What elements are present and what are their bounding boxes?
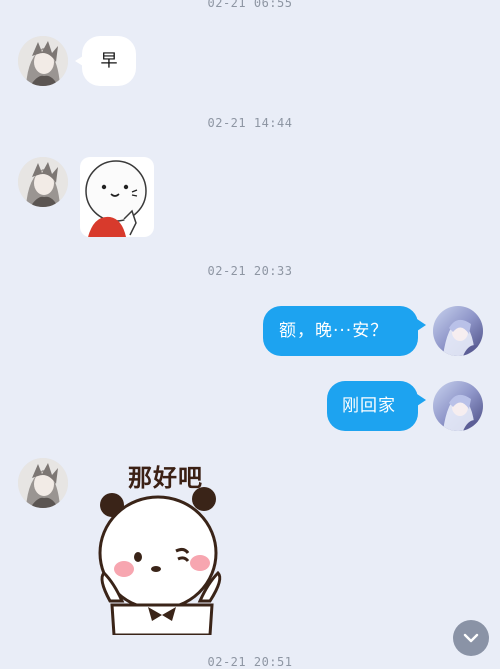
contact-avatar-icon[interactable] [18,458,68,508]
timestamp: 02-21 20:51 [207,655,293,669]
timestamp: 02-21 06:55 [207,0,293,10]
bubble-tail [417,319,426,331]
sticker-image[interactable] [80,157,154,237]
self-avatar-icon[interactable] [433,381,483,431]
message-bubble[interactable]: 额，晚···安？ [263,306,418,356]
message-bubble[interactable]: 刚回家 [327,381,418,431]
sticker-caption: 那好吧 [128,464,203,492]
timestamp: 02-21 14:44 [207,116,293,130]
bubble-tail [417,394,426,406]
timestamp: 02-21 20:33 [207,264,293,278]
contact-avatar-icon[interactable] [18,157,68,207]
contact-avatar-icon[interactable] [18,36,68,86]
self-avatar-icon[interactable] [433,306,483,356]
chevron-down-icon [463,633,479,643]
scroll-down-button[interactable] [453,620,489,656]
message-bubble[interactable]: 早 [82,36,136,86]
